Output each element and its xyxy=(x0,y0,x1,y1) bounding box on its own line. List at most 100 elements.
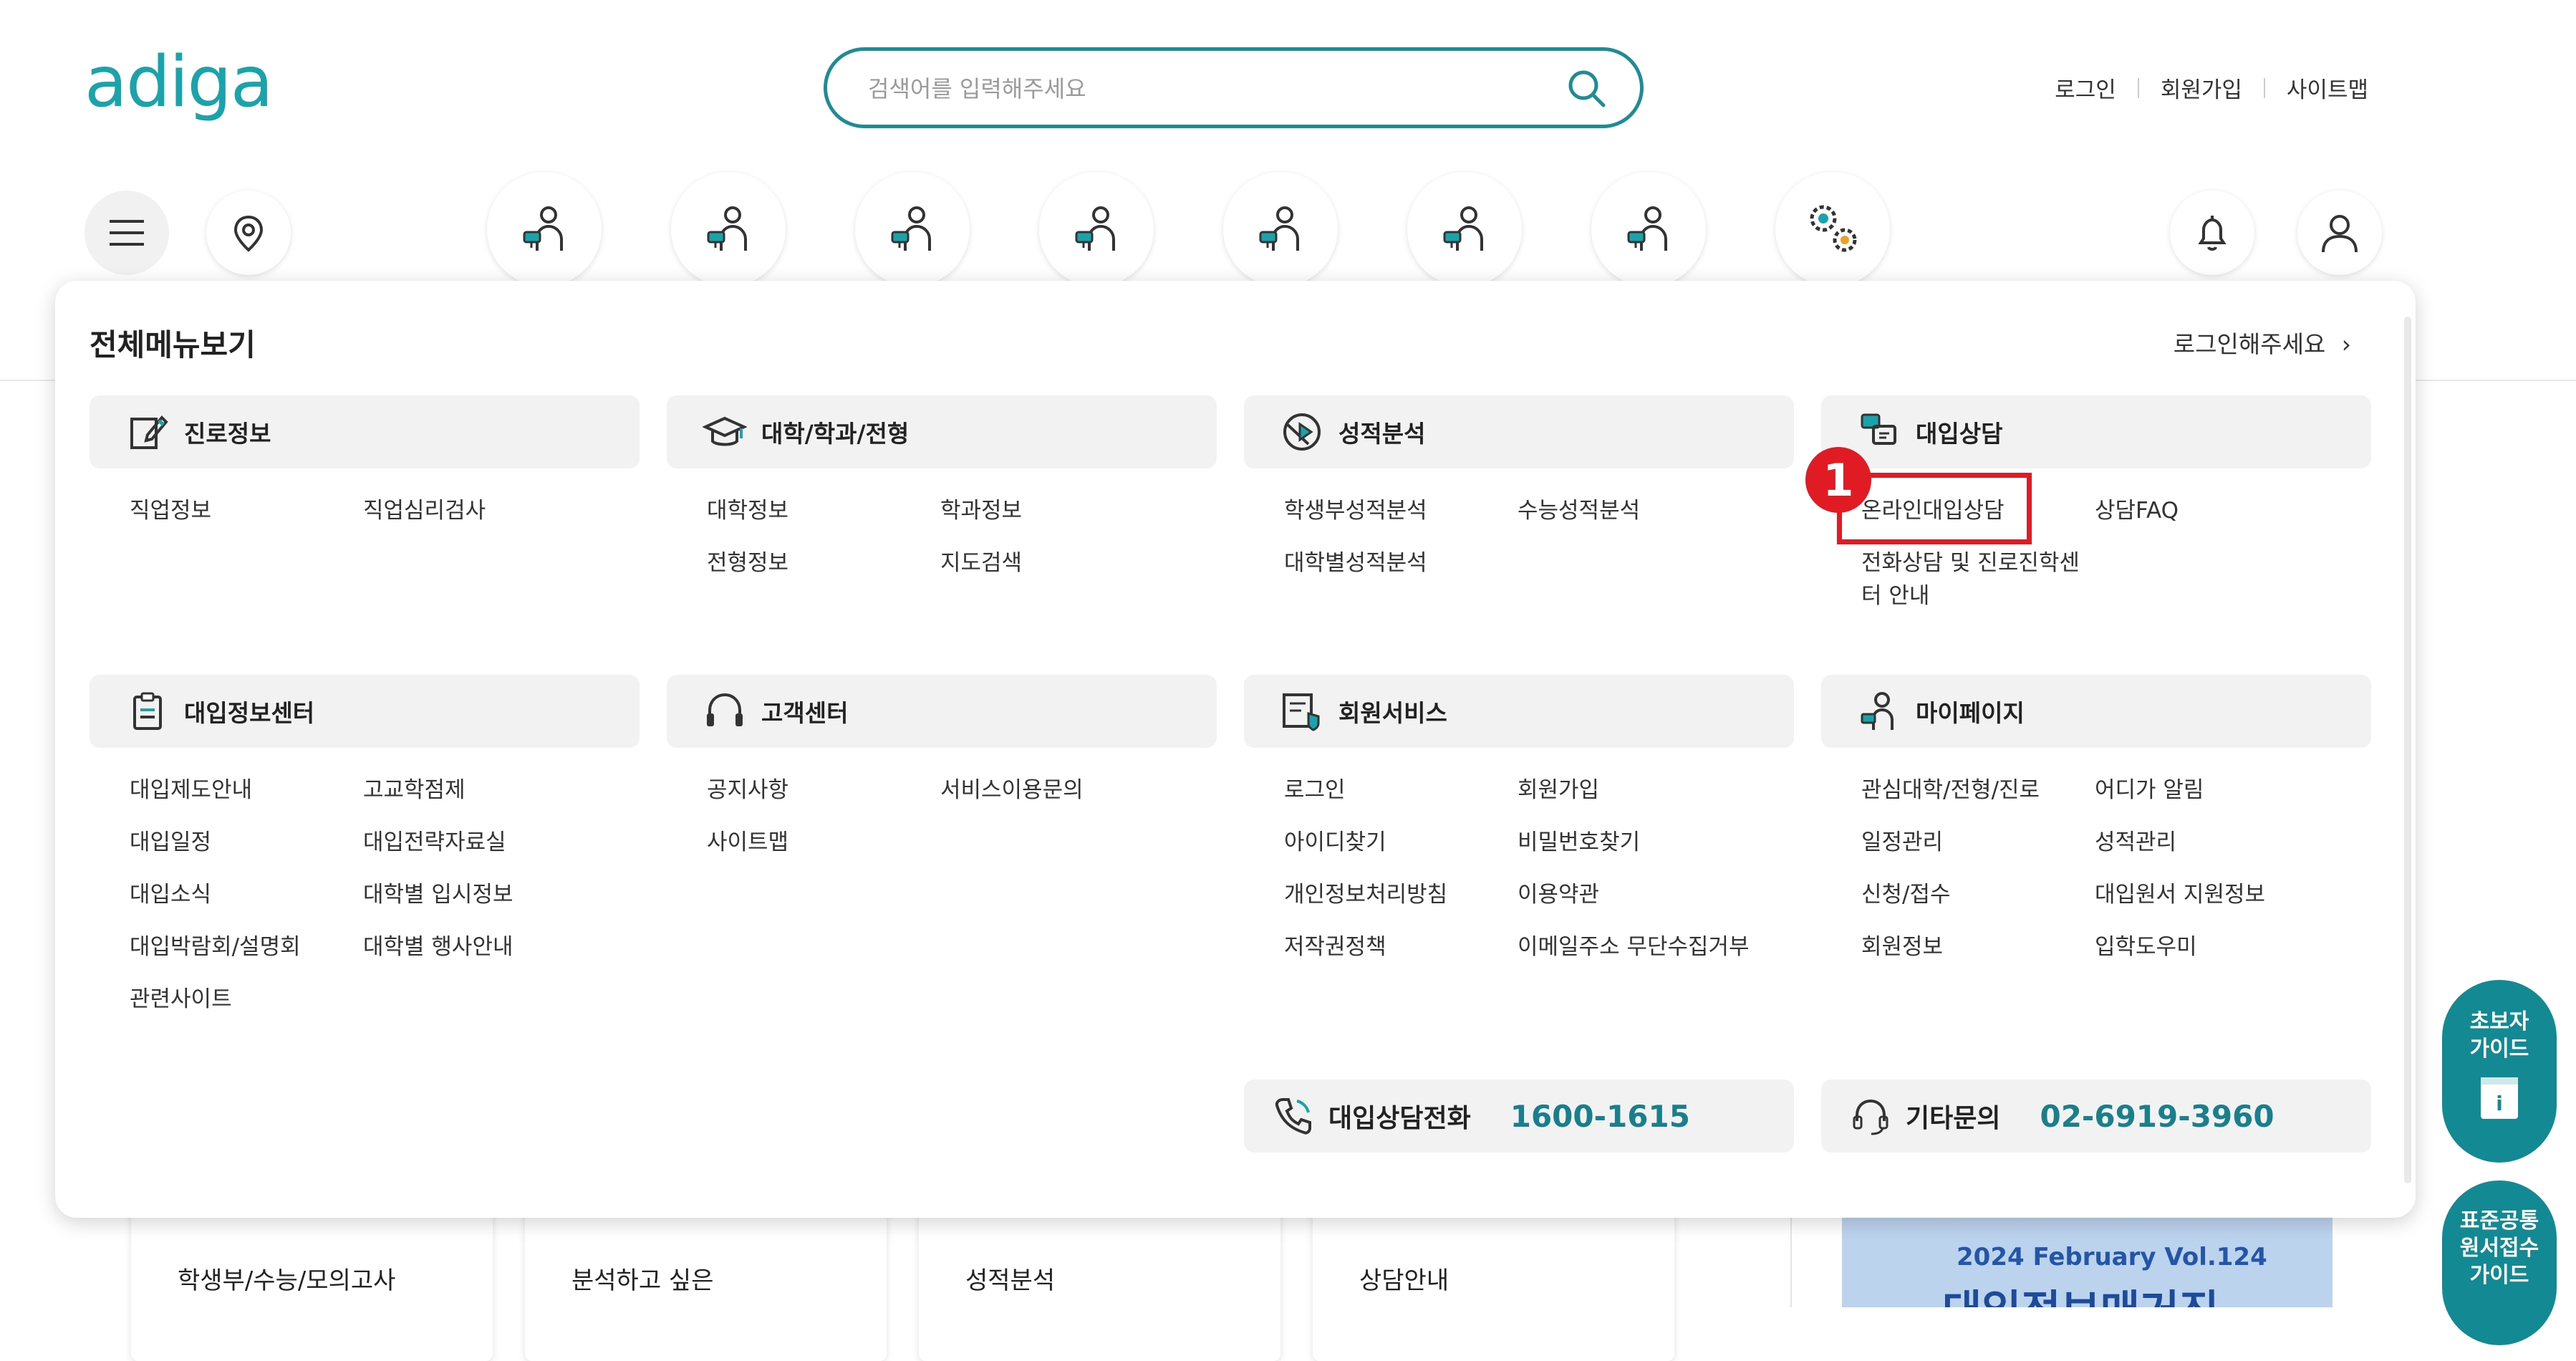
menu-item-online-consult[interactable]: 온라인대입상담 xyxy=(1861,494,2005,527)
scrollbar[interactable] xyxy=(2404,317,2411,1183)
login-link[interactable]: 로그인 xyxy=(2055,72,2116,104)
analysis-icon xyxy=(1280,410,1324,454)
menu-item[interactable]: 고교학점제 xyxy=(363,774,465,807)
category-admission-center[interactable]: 대입정보센터 xyxy=(90,675,640,748)
card-title: 분석하고 싶은 xyxy=(571,1266,714,1295)
menu-item-job-info[interactable]: 직업정보 xyxy=(130,494,211,527)
menu-item[interactable]: 회원정보 xyxy=(1861,930,1943,963)
divider xyxy=(2263,77,2265,98)
login-prompt-link[interactable]: 로그인해주세요 › xyxy=(2174,325,2351,360)
category-score-analysis[interactable]: 성적분석 xyxy=(1244,395,1794,468)
adiga-logo[interactable]: adiga xyxy=(85,42,274,123)
quick-menu-4[interactable] xyxy=(1039,172,1154,287)
menu-item[interactable]: 어디가 알림 xyxy=(2095,774,2204,807)
menu-item[interactable]: 대학별 입시정보 xyxy=(363,878,513,911)
other-inquiry-box[interactable]: 기타문의 02-6919-3960 xyxy=(1821,1079,2371,1153)
full-menu-panel: 전체메뉴보기 로그인해주세요 › 진로정보 대학/학과/전형 성적분석 대입상담… xyxy=(55,281,2416,1218)
headset-icon xyxy=(703,689,747,734)
quick-menu-6[interactable] xyxy=(1407,172,1522,287)
menu-item-univ-info[interactable]: 대학정보 xyxy=(707,494,788,527)
category-mypage[interactable]: 마이페이지 xyxy=(1821,675,2371,748)
menu-item[interactable]: 대학별 행사안내 xyxy=(363,930,513,963)
menu-item[interactable]: 일정관리 xyxy=(1861,826,1943,859)
menu-item[interactable]: 회원가입 xyxy=(1518,774,1599,807)
category-label: 대학/학과/전형 xyxy=(761,420,910,448)
menu-item[interactable]: 대입원서 지원정보 xyxy=(2095,878,2265,911)
menu-item-dept-info[interactable]: 학과정보 xyxy=(940,494,1022,527)
search-bar[interactable] xyxy=(824,47,1644,128)
consult-phone-box[interactable]: 대입상담전화 1600-1615 xyxy=(1244,1079,1794,1153)
category-label: 대입정보센터 xyxy=(184,699,315,727)
common-guide-line2: 원서접수 xyxy=(2459,1236,2539,1261)
category-consulting[interactable]: 대입상담 xyxy=(1821,395,2371,468)
signup-link[interactable]: 회원가입 xyxy=(2161,72,2242,104)
quick-menu-settings[interactable] xyxy=(1775,172,1890,287)
menu-item[interactable]: 입학도우미 xyxy=(2095,930,2197,963)
menu-item-record-analysis[interactable]: 학생부성적분석 xyxy=(1284,494,1427,527)
menu-item-univ-score-analysis[interactable]: 대학별성적분석 xyxy=(1284,547,1427,579)
clipboard-icon xyxy=(125,689,170,734)
menu-item[interactable]: 저작권정책 xyxy=(1284,930,1386,963)
category-university[interactable]: 대학/학과/전형 xyxy=(667,395,1217,468)
beginner-guide-line2: 가이드 xyxy=(2469,1037,2529,1062)
menu-item-map-search[interactable]: 지도검색 xyxy=(940,547,1022,579)
menu-item[interactable]: 신청/접수 xyxy=(1861,878,1951,911)
category-member-service[interactable]: 회원서비스 xyxy=(1244,675,1794,748)
menu-item[interactable]: 비밀번호찾기 xyxy=(1518,826,1640,859)
menu-item[interactable]: 대입전략자료실 xyxy=(363,826,506,859)
menu-item[interactable]: 관련사이트 xyxy=(130,983,232,1016)
menu-item-csat-analysis[interactable]: 수능성적분석 xyxy=(1518,494,1640,527)
quick-menu-3[interactable] xyxy=(855,172,970,287)
bell-icon xyxy=(2198,216,2227,251)
menu-item[interactable]: 대입박람회/설명회 xyxy=(130,930,301,963)
category-career[interactable]: 진로정보 xyxy=(90,395,640,468)
menu-item[interactable]: 개인정보처리방침 xyxy=(1284,878,1447,911)
svg-text:i: i xyxy=(2496,1092,2503,1115)
graduation-cap-icon xyxy=(703,410,747,454)
menu-item-consult-faq[interactable]: 상담FAQ xyxy=(2095,494,2179,527)
menu-item[interactable]: 대입소식 xyxy=(130,878,211,911)
menu-item[interactable]: 대입일정 xyxy=(130,826,211,859)
menu-item[interactable]: 서비스이용문의 xyxy=(940,774,1084,807)
beginner-guide-button[interactable]: 초보자 가이드 i xyxy=(2442,980,2557,1163)
user-button[interactable] xyxy=(2297,191,2382,275)
phone-number[interactable]: 1600-1615 xyxy=(1510,1099,1690,1134)
notification-button[interactable] xyxy=(2170,191,2254,275)
common-application-guide-button[interactable]: 표준공통 원서접수 가이드 xyxy=(2442,1180,2557,1345)
menu-item[interactable]: 아이디찾기 xyxy=(1284,826,1386,859)
search-icon[interactable] xyxy=(1565,67,1608,110)
consultant-icon xyxy=(523,206,563,251)
menu-item[interactable]: 이메일주소 무단수집거부 xyxy=(1518,930,1750,963)
menu-item-phone-consult-cont[interactable]: 터 안내 xyxy=(1861,579,1929,612)
search-input[interactable] xyxy=(867,68,1528,109)
category-customer-center[interactable]: 고객센터 xyxy=(667,675,1217,748)
consultant-icon xyxy=(1075,206,1115,251)
other-inquiry-number[interactable]: 02-6919-3960 xyxy=(2040,1099,2274,1134)
consult-icon xyxy=(1857,410,1901,454)
category-label: 대입상담 xyxy=(1916,420,2003,448)
quick-menu-1[interactable] xyxy=(487,172,602,287)
menu-item[interactable]: 관심대학/전형/진로 xyxy=(1861,774,2040,807)
consultant-icon xyxy=(1627,206,1667,251)
common-guide-line3: 가이드 xyxy=(2469,1263,2529,1288)
category-label: 고객센터 xyxy=(761,699,849,727)
menu-item-admission-type[interactable]: 전형정보 xyxy=(707,547,788,579)
location-button[interactable] xyxy=(206,191,291,275)
menu-item[interactable]: 대입제도안내 xyxy=(130,774,252,807)
sitemap-link[interactable]: 사이트맵 xyxy=(2287,72,2368,104)
menu-item[interactable]: 성적관리 xyxy=(2095,826,2176,859)
menu-item[interactable]: 로그인 xyxy=(1284,774,1346,807)
menu-item[interactable]: 이용약관 xyxy=(1518,878,1599,911)
hamburger-icon xyxy=(110,220,144,246)
menu-item[interactable]: 공지사항 xyxy=(707,774,788,807)
menu-item-phone-consult[interactable]: 전화상담 및 진로진학센 xyxy=(1861,547,2080,579)
quick-menu-7[interactable] xyxy=(1591,172,1706,287)
magazine-banner[interactable]: 2024 February Vol.124 대입정보매거진 xyxy=(1842,1211,2333,1307)
hamburger-menu-button[interactable] xyxy=(85,191,169,275)
user-icon xyxy=(2322,215,2358,253)
menu-item-job-test[interactable]: 직업심리검사 xyxy=(363,494,486,527)
quick-menu-2[interactable] xyxy=(671,172,786,287)
quick-menu-5[interactable] xyxy=(1223,172,1338,287)
magazine-issue: 2024 February Vol.124 xyxy=(1957,1243,2267,1271)
menu-item[interactable]: 사이트맵 xyxy=(707,826,788,859)
